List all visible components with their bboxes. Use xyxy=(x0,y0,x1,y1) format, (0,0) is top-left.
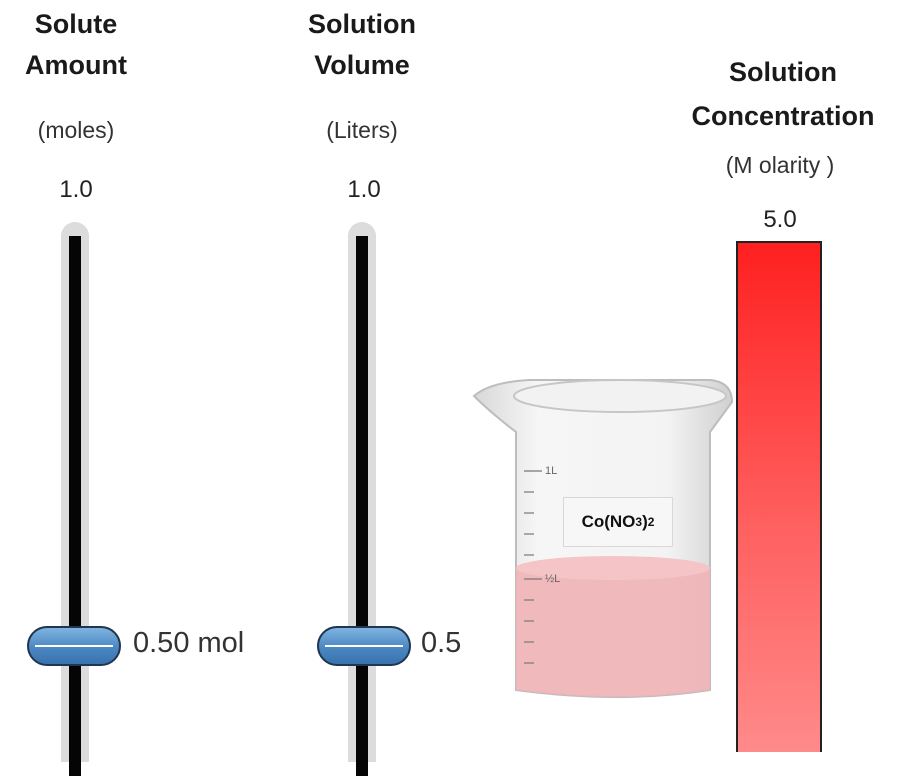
formula-main: Co(NO xyxy=(581,512,636,531)
concentration-units: (M olarity ) xyxy=(725,152,835,178)
concentration-max-label: 5.0 xyxy=(763,206,797,233)
solute-heading-line2: Amount xyxy=(25,50,127,80)
concentration-bar xyxy=(736,241,822,752)
solute-slider-track-fill xyxy=(69,236,81,776)
volume-heading-line2: Volume xyxy=(314,50,410,80)
volume-slider-thumb[interactable] xyxy=(317,626,411,666)
volume-value-label: 0.5 xyxy=(421,627,462,659)
concentration-heading: Solution Concentration xyxy=(655,50,911,138)
formula-sub2: 2 xyxy=(647,515,655,529)
formula-sub1: 3 xyxy=(635,515,643,529)
volume-units: (Liters) xyxy=(326,117,398,143)
solute-formula-label: Co(NO 3) 2 xyxy=(563,497,673,547)
solute-heading-line1: Solute xyxy=(34,9,118,39)
solute-slider-track[interactable] xyxy=(61,222,89,776)
beaker-mark-half: ½L xyxy=(545,573,561,585)
solute-slider-thumb[interactable] xyxy=(27,626,121,666)
solute-units: (moles) xyxy=(37,117,115,143)
volume-max-label: 1.0 xyxy=(347,176,381,203)
solute-heading: Solute Amount xyxy=(6,4,146,86)
solute-max-label: 1.0 xyxy=(59,176,93,203)
concentration-heading-line2: Concentration xyxy=(691,101,875,131)
concentration-heading-line1: Solution xyxy=(729,57,837,87)
volume-slider-track[interactable] xyxy=(348,222,376,776)
beaker-mark-1l: 1L xyxy=(545,465,558,477)
volume-heading-line1: Solution xyxy=(308,9,416,39)
solute-value-label: 0.50 mol xyxy=(133,627,245,659)
volume-heading: Solution Volume xyxy=(292,4,432,86)
volume-slider-track-fill xyxy=(356,236,368,776)
